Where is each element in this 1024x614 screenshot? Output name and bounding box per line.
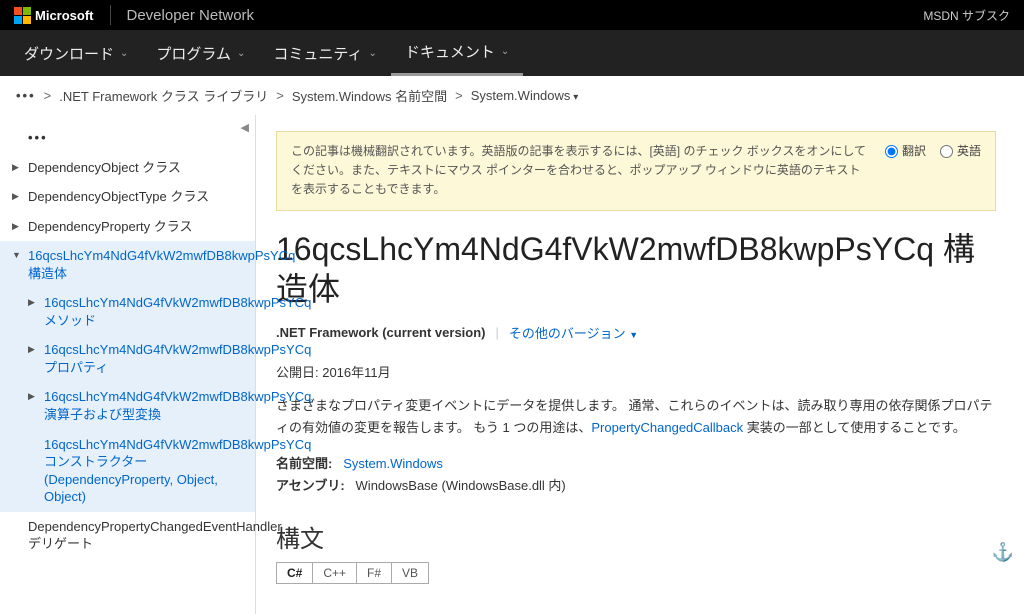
nav-programs[interactable]: プログラム ⌄ (142, 30, 259, 76)
caret-right-icon: ▶ (12, 190, 19, 202)
top-header-left: Microsoft Developer Network (14, 5, 254, 25)
tree-item[interactable]: ▶ DependencyObject クラス (0, 153, 255, 183)
tree-subitem[interactable]: ▶16qcsLhcYm4NdG4fVkW2mwfDB8kwpPsYCq 演算子お… (0, 382, 255, 429)
nav-label: ドキュメント (405, 41, 495, 62)
notice-text: この記事は機械翻訳されています。英語版の記事を表示するには、[英語] のチェック… (291, 142, 869, 200)
version-other-dropdown[interactable]: その他のバージョン ▼ (509, 323, 638, 342)
nav-label: ダウンロード (24, 43, 114, 64)
desc-link[interactable]: PropertyChangedCallback (591, 420, 743, 435)
tree-subitem[interactable]: ▶16qcsLhcYm4NdG4fVkW2mwfDB8kwpPsYCq メソッド (0, 288, 255, 335)
tree-item-selected[interactable]: ▼16qcsLhcYm4NdG4fVkW2mwfDB8kwpPsYCq 構造体 (0, 241, 255, 288)
breadcrumb-item[interactable]: System.Windows 名前空間 (292, 86, 447, 105)
main-nav: ダウンロード ⌄ プログラム ⌄ コミュニティ ⌄ ドキュメント ⌄ (0, 30, 1024, 76)
lang-tab-vb[interactable]: VB (391, 562, 429, 584)
breadcrumb-item[interactable]: .NET Framework クラス ライブラリ (59, 86, 268, 105)
chevron-down-icon: ⌄ (368, 48, 376, 59)
assembly-value: WindowsBase (WindowsBase.dll 内) (356, 478, 566, 493)
radio-translate[interactable]: 翻訳 (885, 142, 926, 161)
top-header: Microsoft Developer Network MSDN サブスク (0, 0, 1024, 30)
namespace-link[interactable]: System.Windows (343, 456, 443, 471)
translation-notice: この記事は機械翻訳されています。英語版の記事を表示するには、[英語] のチェック… (276, 131, 996, 211)
desc-text: 実装の一部として使用することです。 (743, 420, 966, 435)
lang-tab-cpp[interactable]: C++ (312, 562, 357, 584)
tree-item-label: DependencyProperty クラス (28, 219, 192, 234)
radio-english[interactable]: 英語 (940, 142, 981, 161)
microsoft-logo-text: Microsoft (35, 8, 94, 23)
nav-label: コミュニティ (273, 43, 362, 64)
nav-tree: DependencyPropertyChangedEventHandler デリ… (0, 512, 255, 559)
sidebar: ◀ ••• ▶DependencyObject クラス ▶DependencyO… (0, 115, 256, 614)
syntax-heading: 構文 (276, 519, 996, 554)
breadcrumb-sep: > (44, 88, 52, 103)
nav-documents[interactable]: ドキュメント ⌄ (391, 30, 523, 76)
language-tabs: C# C++ F# VB (276, 562, 996, 584)
assembly-row: アセンブリ: WindowsBase (WindowsBase.dll 内) (276, 475, 996, 497)
radio-label: 翻訳 (902, 142, 926, 161)
publish-date: 公開日: 2016年11月 (276, 362, 996, 381)
namespace-row: 名前空間: System.Windows (276, 453, 996, 475)
header-right-link[interactable]: MSDN サブスク (923, 7, 1010, 24)
caret-right-icon: ▶ (28, 390, 35, 402)
caret-right-icon: ▶ (12, 220, 19, 232)
assembly-label: アセンブリ: (276, 478, 345, 493)
namespace-label: 名前空間: (276, 456, 332, 471)
chevron-down-icon: ⌄ (120, 48, 128, 59)
version-divider: | (496, 325, 499, 340)
radio-english-input[interactable] (940, 145, 953, 158)
nav-community[interactable]: コミュニティ ⌄ (259, 30, 391, 76)
tree-item-label: DependencyPropertyChangedEventHandler デリ… (28, 519, 282, 552)
tree-item-label: 16qcsLhcYm4NdG4fVkW2mwfDB8kwpPsYCq 構造体 (28, 248, 295, 281)
chevron-down-icon: ⌄ (501, 46, 509, 57)
header-divider (110, 5, 111, 25)
tree-item-label: DependencyObjectType クラス (28, 189, 209, 204)
nav-downloads[interactable]: ダウンロード ⌄ (10, 30, 142, 76)
lang-tab-csharp[interactable]: C# (276, 562, 313, 584)
chevron-down-icon: ▼ (629, 330, 638, 340)
breadcrumb-sep: > (276, 88, 284, 103)
radio-translate-input[interactable] (885, 145, 898, 158)
page-title: 16qcsLhcYm4NdG4fVkW2mwfDB8kwpPsYCq 構造体 (276, 229, 996, 309)
radio-label: 英語 (957, 142, 981, 161)
breadcrumb-sep: > (455, 88, 463, 103)
nav-tree-sub: ▶16qcsLhcYm4NdG4fVkW2mwfDB8kwpPsYCq メソッド… (0, 288, 255, 511)
microsoft-logo[interactable]: Microsoft (14, 7, 94, 24)
breadcrumb-overflow[interactable]: ••• (16, 88, 36, 103)
microsoft-logo-icon (14, 7, 31, 24)
tree-overflow[interactable]: ••• (0, 123, 255, 153)
caret-right-icon: ▶ (28, 296, 35, 308)
main-content: この記事は機械翻訳されています。英語版の記事を表示するには、[英語] のチェック… (256, 115, 1016, 614)
version-row: .NET Framework (current version) | その他のバ… (276, 323, 996, 342)
content-area: ◀ ••• ▶DependencyObject クラス ▶DependencyO… (0, 115, 1024, 614)
caret-right-icon: ▶ (12, 161, 19, 173)
breadcrumb: ••• > .NET Framework クラス ライブラリ > System.… (0, 76, 1024, 115)
nav-tree: ••• ▶ DependencyObject クラス ▶ DependencyObj… (0, 123, 255, 288)
lang-tab-fsharp[interactable]: F# (356, 562, 392, 584)
tree-subitem[interactable]: 16qcsLhcYm4NdG4fVkW2mwfDB8kwpPsYCq コンストラ… (0, 430, 255, 512)
caret-down-icon: ▼ (12, 249, 21, 261)
tree-item[interactable]: DependencyPropertyChangedEventHandler デリ… (0, 512, 255, 559)
tree-item-label: DependencyObject クラス (28, 160, 181, 175)
anchor-icon[interactable]: ⚓ (992, 542, 1014, 563)
description: さまざまなプロパティ変更イベントにデータを提供します。 通常、これらのイベントは… (276, 395, 996, 439)
chevron-down-icon: ⌄ (237, 48, 245, 59)
tree-subitem[interactable]: ▶16qcsLhcYm4NdG4fVkW2mwfDB8kwpPsYCq プロパテ… (0, 335, 255, 382)
nav-label: プログラム (156, 43, 231, 64)
tree-item[interactable]: ▶ DependencyProperty クラス (0, 212, 255, 242)
breadcrumb-item-dropdown[interactable]: System.Windows (471, 88, 579, 103)
site-title[interactable]: Developer Network (127, 7, 255, 24)
tree-item[interactable]: ▶ DependencyObjectType クラス (0, 182, 255, 212)
notice-options: 翻訳 英語 (885, 142, 981, 161)
caret-right-icon: ▶ (28, 343, 35, 355)
version-current: .NET Framework (current version) (276, 325, 486, 340)
